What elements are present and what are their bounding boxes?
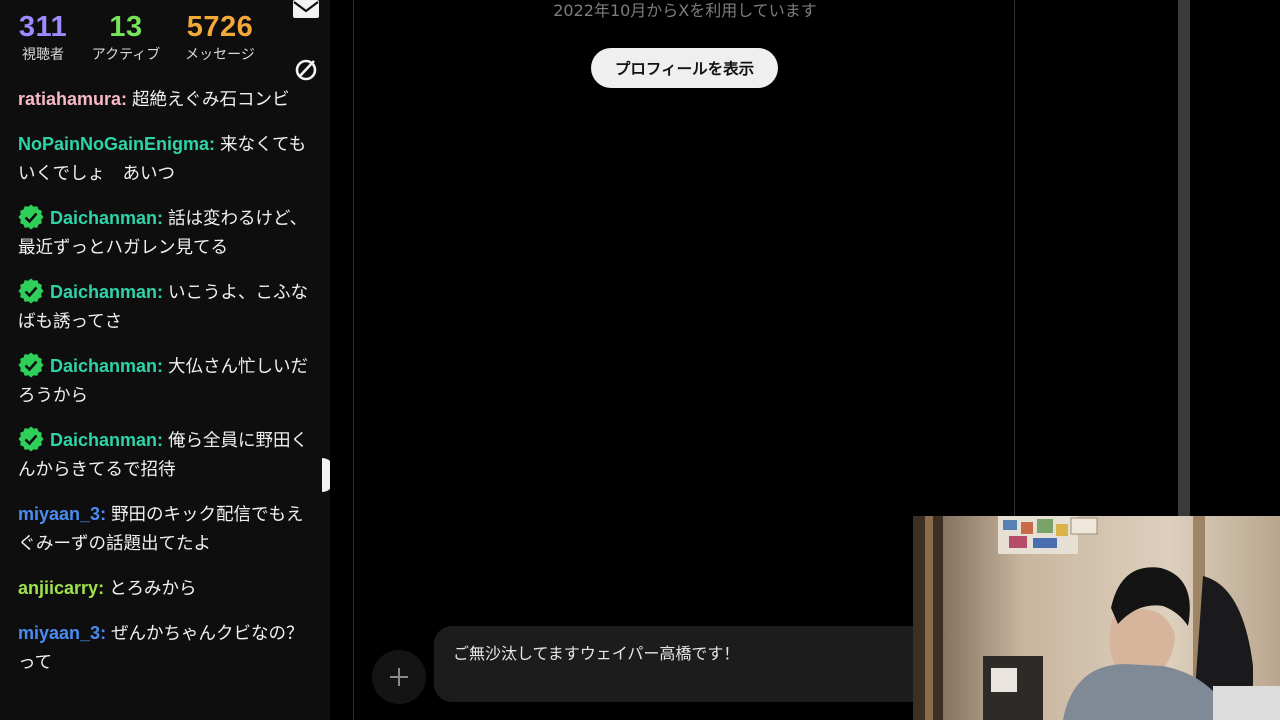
- webcam-feed: [913, 516, 1280, 720]
- chat-message-text: とろみから: [109, 579, 197, 599]
- chat-message: ratiahamura: 超絶えぐみ石コンビ: [18, 85, 314, 115]
- chat-message: miyaan_3: 野田のキック配信でもえぐみーずの話題出てたよ: [18, 500, 314, 559]
- chat-username-separator: :: [121, 89, 133, 109]
- chat-username[interactable]: Daichanman: [50, 282, 157, 302]
- chat-username-separator: :: [100, 623, 112, 643]
- verified-badge-icon: [18, 352, 44, 378]
- viewer-count: 311 視聴者: [10, 10, 76, 64]
- chat-username-separator: :: [157, 356, 169, 376]
- add-media-button[interactable]: [372, 650, 426, 704]
- chat-message: Daichanman: 話は変わるけど、最近ずっとハガレン見てる: [18, 204, 314, 263]
- chat-message-text: 超絶えぐみ石コンビ: [132, 90, 290, 110]
- chat-username[interactable]: NoPainNoGainEnigma: [18, 134, 209, 154]
- chat-username[interactable]: ratiahamura: [18, 89, 121, 109]
- chat-username[interactable]: miyaan_3: [18, 504, 100, 524]
- chat-username-separator: :: [209, 134, 221, 154]
- page-scrollbar[interactable]: [1178, 0, 1190, 520]
- viewer-count-value: 311: [18, 11, 68, 43]
- chat-username-separator: :: [98, 578, 110, 598]
- chat-message: Daichanman: 俺ら全員に野田くんからきてるで招待: [18, 426, 314, 485]
- chat-username[interactable]: anjiicarry: [18, 578, 98, 598]
- message-count-label: メッセージ: [185, 47, 255, 63]
- active-count-label: アクティブ: [91, 47, 161, 63]
- chat-username[interactable]: Daichanman: [50, 356, 157, 376]
- chat-username-separator: :: [157, 430, 169, 450]
- viewer-count-label: 視聴者: [22, 47, 64, 63]
- chat-overlay: 311 視聴者 13 アクティブ 5726 メッセージ ratiahamura:…: [0, 0, 330, 720]
- chat-message: Daichanman: 大仏さん忙しいだろうから: [18, 352, 314, 411]
- chat-message: Daichanman: いこうよ、こふなばも誘ってさ: [18, 278, 314, 337]
- verified-badge-icon: [18, 204, 44, 230]
- chat-message: miyaan_3: ぜんかちゃんクビなの？って: [18, 619, 314, 678]
- chat-username[interactable]: Daichanman: [50, 430, 157, 450]
- message-count-value: 5726: [186, 11, 254, 43]
- chat-scroll-handle[interactable]: [322, 458, 330, 492]
- mail-icon[interactable]: [292, 0, 320, 20]
- page-divider-left: [353, 0, 354, 720]
- chat-username-separator: :: [157, 282, 169, 302]
- active-count: 13 アクティブ: [90, 10, 162, 64]
- joined-date-text: 2022年10月からXを利用しています: [553, 1, 817, 20]
- verified-badge-icon: [18, 426, 44, 452]
- chat-message-list: ratiahamura: 超絶えぐみ石コンビ NoPainNoGainEnigma…: [18, 85, 314, 693]
- chat-username[interactable]: miyaan_3: [18, 623, 100, 643]
- chat-username-separator: :: [100, 504, 112, 524]
- active-count-value: 13: [109, 11, 143, 43]
- webcam-overlay: [913, 516, 1280, 720]
- chat-message: NoPainNoGainEnigma: 来なくてもいくでしょ あいつ: [18, 130, 314, 189]
- message-input-text: ご無沙汰してますウェイパー高橋です！: [453, 644, 740, 663]
- no-sign-icon[interactable]: [294, 58, 318, 82]
- message-input[interactable]: ご無沙汰してますウェイパー高橋です！: [434, 626, 934, 702]
- chat-stats: 311 視聴者 13 アクティブ 5726 メッセージ: [10, 10, 278, 64]
- chat-username-separator: :: [157, 208, 169, 228]
- plus-icon: [390, 668, 408, 686]
- chat-message: anjiicarry: とろみから: [18, 574, 314, 604]
- chat-username[interactable]: Daichanman: [50, 208, 157, 228]
- verified-badge-icon: [18, 278, 44, 304]
- message-count: 5726 メッセージ: [176, 10, 264, 64]
- view-profile-button[interactable]: プロフィールを表示: [591, 48, 778, 88]
